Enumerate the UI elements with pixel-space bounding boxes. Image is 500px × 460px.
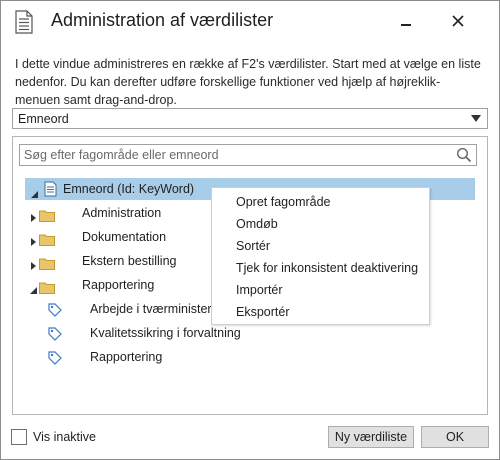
document-list-icon: [13, 10, 35, 34]
tree-leaf-label: Arbejde i tværministerie: [90, 302, 222, 316]
value-list-select[interactable]: Emneord: [12, 108, 488, 129]
show-inactive-checkbox[interactable]: [11, 429, 27, 445]
tree-folder-label: Ekstern bestilling: [82, 254, 177, 268]
expanded-arrow-icon[interactable]: [29, 184, 39, 198]
close-button[interactable]: [441, 5, 475, 37]
new-value-list-button[interactable]: Ny værdiliste: [328, 426, 414, 448]
close-icon: [452, 15, 464, 27]
dialog-window: Administration af værdilister I dette vi…: [0, 0, 500, 460]
menu-item-create-subject-area[interactable]: Opret fagområde: [236, 191, 331, 213]
tag-icon: [48, 302, 62, 317]
tree-leaf-item[interactable]: Rapportering: [48, 346, 348, 368]
tree-leaf-item[interactable]: Kvalitetssikring i forvaltning: [48, 322, 348, 344]
search-box[interactable]: [19, 144, 477, 166]
title-bar[interactable]: Administration af værdilister: [1, 1, 499, 41]
window-title: Administration af værdilister: [51, 10, 274, 30]
menu-item-import[interactable]: Importér: [236, 279, 283, 301]
tree-folder-label: Administration: [82, 206, 162, 220]
description-text: I dette vindue administreres en række af…: [15, 57, 481, 107]
tree-root-label: Emneord (Id: KeyWord): [63, 182, 195, 196]
tree-folder-label: Rapportering: [82, 278, 155, 292]
tree-leaf-label: Kvalitetssikring i forvaltning: [90, 326, 241, 340]
chevron-down-icon[interactable]: [471, 115, 481, 122]
context-menu: Opret fagområde Omdøb Sortér Tjek for in…: [211, 187, 430, 325]
minimize-button[interactable]: [389, 5, 423, 37]
expanded-arrow-icon[interactable]: [28, 280, 38, 294]
folder-icon: [39, 207, 55, 222]
menu-item-rename[interactable]: Omdøb: [236, 213, 278, 235]
collapsed-arrow-icon[interactable]: [28, 208, 38, 222]
tag-icon: [48, 350, 62, 365]
search-icon[interactable]: [456, 147, 472, 163]
menu-item-sort[interactable]: Sortér: [236, 235, 270, 257]
document-list-icon: [44, 181, 57, 204]
ok-button[interactable]: OK: [421, 426, 489, 448]
collapsed-arrow-icon[interactable]: [28, 232, 38, 246]
folder-icon: [39, 255, 55, 270]
menu-item-check-inconsistent-deactivation[interactable]: Tjek for inkonsistent deaktivering: [236, 257, 418, 279]
collapsed-arrow-icon[interactable]: [28, 256, 38, 270]
tag-icon: [48, 326, 62, 341]
tree-folder-label: Dokumentation: [82, 230, 167, 244]
tree-leaf-label: Rapportering: [90, 350, 163, 364]
minimize-icon: [401, 24, 411, 26]
selected-list-value: Emneord: [18, 112, 69, 126]
folder-icon: [39, 231, 55, 246]
folder-icon: [39, 279, 55, 294]
search-input[interactable]: [24, 147, 444, 163]
show-inactive-label: Vis inaktive: [33, 430, 96, 444]
menu-item-export[interactable]: Eksportér: [236, 301, 290, 323]
